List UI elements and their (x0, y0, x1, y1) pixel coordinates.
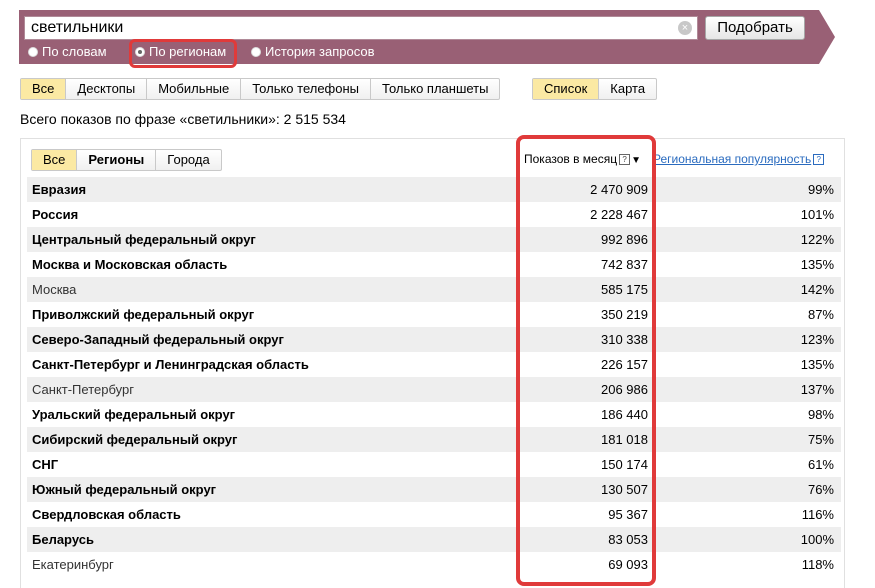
region-name: Сибирский федеральный округ (32, 432, 238, 447)
regional-popularity: 135% (800, 257, 834, 272)
column-header-popularity[interactable]: Региональная популярность? (653, 152, 825, 166)
radio-icon (251, 47, 261, 57)
regional-popularity: 122% (800, 232, 834, 247)
table-row: Южный федеральный округ 130 507 76% (27, 477, 841, 502)
region-name: Москва (32, 282, 77, 297)
mode-radio-words[interactable]: По словам (28, 44, 107, 60)
device-tab-all[interactable]: Все (21, 79, 66, 99)
submit-button[interactable]: Подобрать (705, 16, 805, 40)
region-tab-cities[interactable]: Города (155, 150, 220, 170)
table-row: Центральный федеральный округ 992 896 122% (27, 227, 841, 252)
region-name: Беларусь (32, 532, 94, 547)
region-name: Евразия (32, 182, 87, 197)
view-filter: Список Карта (532, 78, 658, 100)
table-row: Уральский федеральный округ 186 440 98% (27, 402, 841, 427)
region-name: СНГ (32, 457, 59, 472)
view-tab-map[interactable]: Карта (598, 79, 656, 99)
search-input[interactable]: светильники (24, 16, 698, 40)
regional-popularity: 135% (800, 357, 834, 372)
header-arrow-decoration (819, 10, 835, 64)
regional-popularity: 142% (800, 282, 834, 297)
mode-radio-history[interactable]: История запросов (251, 44, 375, 60)
regional-popularity: 76% (807, 482, 834, 497)
table-row: Северо-Западный федеральный округ 310 338… (27, 327, 841, 352)
column-header-popularity-label: Региональная популярность (653, 152, 812, 166)
table-row: Москва 585 175 142% (27, 277, 841, 302)
region-name: Санкт-Петербург (32, 382, 134, 397)
device-tab-desktops[interactable]: Десктопы (65, 79, 146, 99)
region-name: Санкт-Петербург и Ленинградская область (32, 357, 309, 372)
table-row: Евразия 2 470 909 99% (27, 177, 841, 202)
device-filter: Все Десктопы Мобильные Только телефоны Т… (20, 78, 501, 100)
region-name: Екатеринбург (32, 557, 114, 572)
table-row: Приволжский федеральный округ 350 219 87% (27, 302, 841, 327)
region-name: Россия (32, 207, 79, 222)
mode-label: История запросов (265, 44, 375, 59)
view-tab-list[interactable]: Список (533, 79, 599, 99)
table-row: Россия 2 228 467 101% (27, 202, 841, 227)
device-tab-mobile[interactable]: Мобильные (146, 79, 240, 99)
clear-icon[interactable]: × (678, 21, 692, 35)
region-filter: Все Регионы Города (31, 149, 222, 171)
highlight-box-count-column (516, 135, 656, 586)
table-row: Беларусь 83 053 100% (27, 527, 841, 552)
region-tab-all[interactable]: Все (32, 150, 77, 170)
table-row: Екатеринбург 69 093 118% (27, 552, 841, 577)
highlight-box-regions (129, 39, 237, 68)
regional-popularity: 99% (807, 182, 834, 197)
table-row: Москва и Московская область 742 837 135% (27, 252, 841, 277)
region-name: Уральский федеральный округ (32, 407, 236, 422)
regional-popularity: 118% (801, 557, 834, 572)
regional-popularity: 123% (800, 332, 834, 347)
region-name: Свердловская область (32, 507, 181, 522)
regional-popularity: 101% (800, 207, 834, 222)
regional-popularity: 116% (801, 507, 834, 522)
regional-popularity: 87% (807, 307, 834, 322)
device-tab-phones[interactable]: Только телефоны (240, 79, 370, 99)
region-name: Северо-Западный федеральный округ (32, 332, 284, 347)
table-row: Санкт-Петербург 206 986 137% (27, 377, 841, 402)
regional-popularity: 61% (807, 457, 834, 472)
table-row: Свердловская область 95 367 116% (27, 502, 841, 527)
table-row: СНГ 150 174 61% (27, 452, 841, 477)
regional-popularity: 137% (800, 382, 834, 397)
region-name: Центральный федеральный округ (32, 232, 256, 247)
table-row: Санкт-Петербург и Ленинградская область 2… (27, 352, 841, 377)
regional-popularity: 100% (800, 532, 834, 547)
regional-popularity: 98% (807, 407, 834, 422)
regional-popularity: 75% (807, 432, 834, 447)
region-name: Москва и Московская область (32, 257, 228, 272)
total-impressions: Всего показов по фразе «светильники»: 2 … (20, 111, 346, 127)
table-row: Сибирский федеральный округ 181 018 75% (27, 427, 841, 452)
region-tab-regions[interactable]: Регионы (76, 150, 155, 170)
region-name: Южный федеральный округ (32, 482, 217, 497)
table-body: Евразия 2 470 909 99% Россия 2 228 467 101% Це… (27, 177, 841, 577)
device-tab-tablets[interactable]: Только планшеты (370, 79, 499, 99)
radio-icon (28, 47, 38, 57)
help-icon[interactable]: ? (813, 154, 825, 165)
mode-label: По словам (42, 44, 107, 59)
region-name: Приволжский федеральный округ (32, 307, 255, 322)
